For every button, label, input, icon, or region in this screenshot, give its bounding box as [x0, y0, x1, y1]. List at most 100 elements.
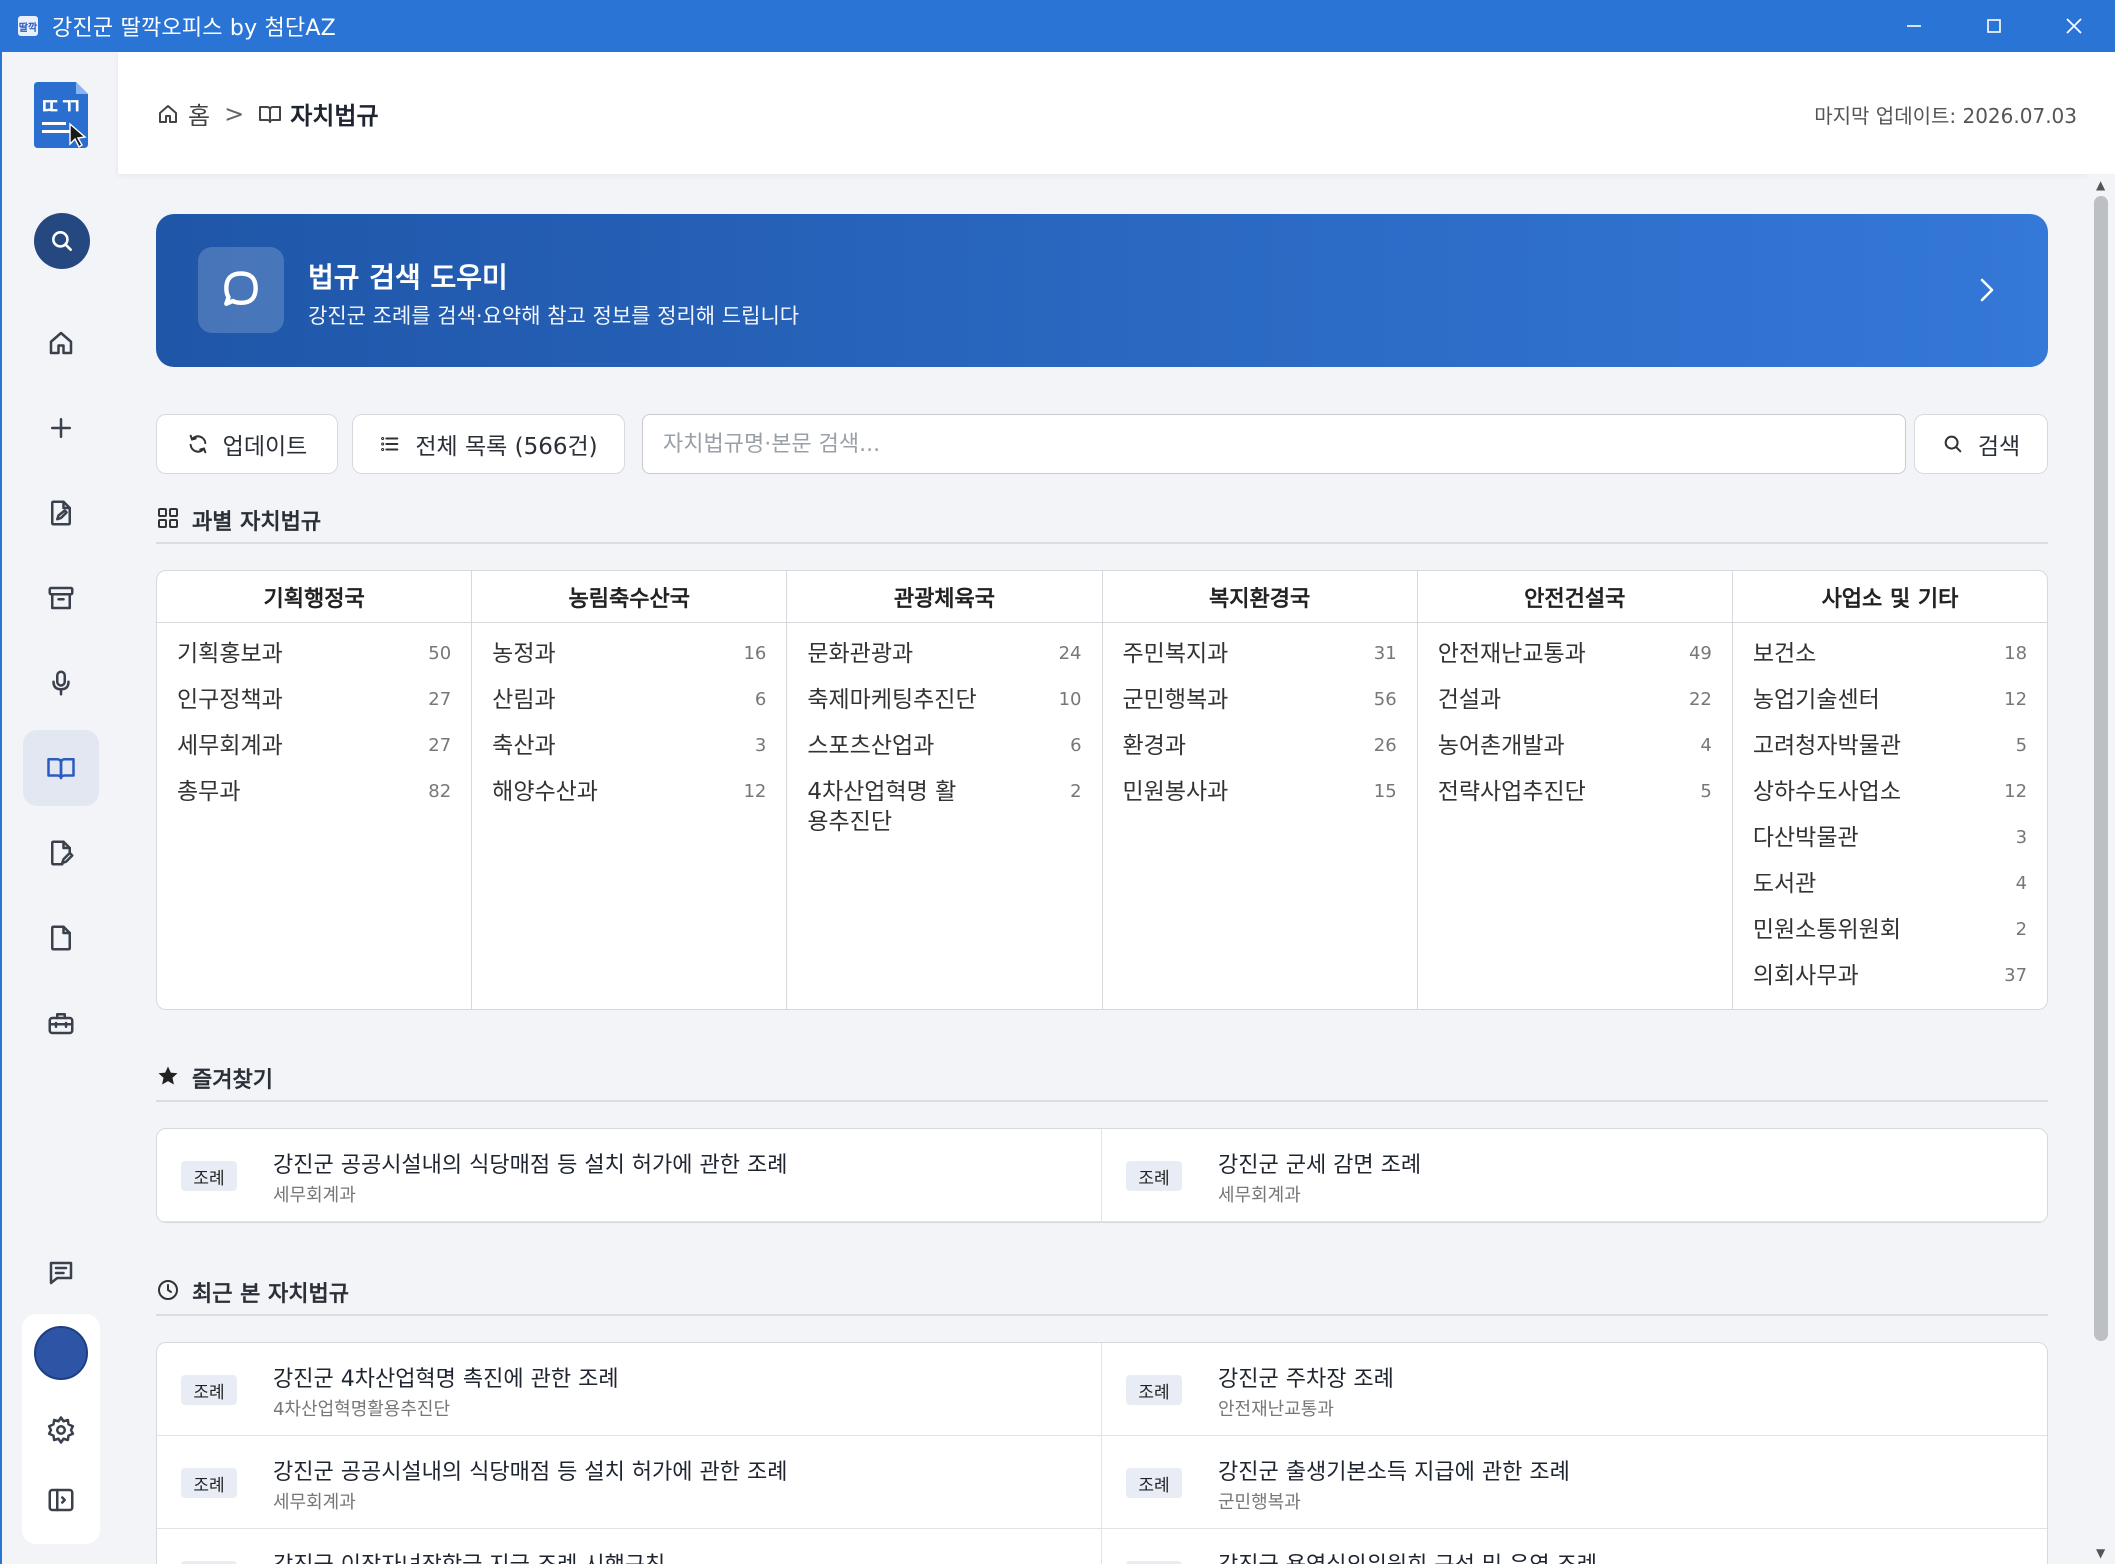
division-item[interactable]: 농정과 16: [492, 639, 766, 671]
bylaw-card[interactable]: 조례 강진군 주차장 조례 안전재난교통과: [1102, 1343, 2047, 1436]
bylaw-type-tag: 조례: [1126, 1161, 1182, 1191]
division-count: 56: [1373, 689, 1397, 710]
rail-document-sign-button[interactable]: [23, 475, 99, 551]
app-icon: 딸깍: [18, 16, 38, 36]
division-item[interactable]: 환경과 26: [1123, 731, 1397, 763]
division-item[interactable]: 의회사무과 37: [1753, 961, 2027, 993]
rail-archive-button[interactable]: [23, 560, 99, 636]
rail-mic-button[interactable]: [23, 645, 99, 721]
division-item[interactable]: 고려청자박물관 5: [1753, 731, 2027, 763]
division-item[interactable]: 도서관 4: [1753, 869, 2027, 901]
search-button-label: 검색: [1977, 434, 2021, 460]
division-item[interactable]: 축산과 3: [492, 731, 766, 763]
minimize-button[interactable]: [1874, 0, 1954, 52]
scroll-up-arrow-icon[interactable]: ▲: [2096, 178, 2105, 192]
app-logo[interactable]: ㄸㄲ: [32, 80, 90, 150]
toolbar: 업데이트 전체 목록 (566건) 검색: [156, 414, 2048, 474]
division-name: 농업기술센터: [1752, 687, 1880, 713]
avatar[interactable]: [34, 1326, 88, 1380]
bylaw-card[interactable]: 조례 강진군 공공시설내의 식당매점 등 설치 허가에 관한 조례 세무회계과: [157, 1436, 1102, 1529]
rail-settings-button[interactable]: [23, 1398, 99, 1462]
division-count: 27: [428, 689, 452, 710]
file-icon: [51, 925, 71, 951]
bylaw-card[interactable]: 조례강진군 이장자녀장학금 지급 조례 시행규칙: [157, 1529, 1102, 1564]
division-item[interactable]: 주민복지과 31: [1123, 639, 1397, 671]
plus-icon: [51, 418, 71, 438]
division-item[interactable]: 축제마케팅추진단 10: [807, 685, 1081, 717]
division-name: 의회사무과: [1752, 963, 1859, 989]
logo-text: ㄸㄲ: [40, 95, 80, 120]
division-item[interactable]: 군민행복과 56: [1123, 685, 1397, 717]
bylaw-card[interactable]: 조례강진군 용역심의위원회 구성 및 운영 조례: [1102, 1529, 2047, 1564]
main-scrollbar[interactable]: ▲ ▼: [2087, 174, 2115, 1564]
rail-user-panel: [22, 1314, 100, 1544]
division-name: 보건소: [1752, 641, 1817, 667]
division-item[interactable]: 기획홍보과 50: [177, 639, 451, 671]
division-item[interactable]: 민원소통위원회 2: [1753, 915, 2027, 947]
section-departments: 과별 자치법규: [156, 504, 2048, 544]
bylaw-title: 강진군 공공시설내의 식당매점 등 설치 허가에 관한 조례: [273, 1460, 788, 1485]
close-button[interactable]: [2034, 0, 2114, 52]
minimize-icon: [1907, 25, 1921, 27]
banner-title: 법규 검색 도우미: [308, 261, 508, 294]
division-item[interactable]: 스포츠산업과 6: [807, 731, 1081, 763]
scrollbar-thumb[interactable]: [2094, 196, 2108, 1341]
document-pen-icon: [51, 500, 71, 526]
division-count: 49: [1688, 643, 1712, 664]
division-item[interactable]: 세무회계과 27: [177, 731, 451, 763]
department-header: 안전건설국: [1417, 571, 1732, 623]
maximize-button[interactable]: [1954, 0, 2034, 52]
division-item[interactable]: 총무과 82: [177, 777, 451, 809]
rail-toolbox-button[interactable]: [23, 985, 99, 1061]
division-item[interactable]: 민원봉사과 15: [1123, 777, 1397, 809]
division-name: 고려청자박물관: [1752, 733, 1901, 759]
division-item[interactable]: 전략사업추진단 5: [1438, 777, 1712, 809]
division-count: 10: [1058, 689, 1082, 710]
rail-search-button[interactable]: [34, 213, 90, 269]
division-item[interactable]: 건설과 22: [1438, 685, 1712, 717]
rail-messages-button[interactable]: [23, 1235, 99, 1311]
division-item[interactable]: 인구정책과 27: [177, 685, 451, 717]
bylaw-department: 4차산업혁명활용추진단: [273, 1399, 451, 1420]
division-item[interactable]: 산림과 6: [492, 685, 766, 717]
division-count: 50: [428, 643, 452, 664]
update-button[interactable]: 업데이트: [156, 414, 338, 474]
bylaw-card[interactable]: 조례 강진군 4차산업혁명 촉진에 관한 조례 4차산업혁명활용추진단: [157, 1343, 1102, 1436]
maximize-icon: [1987, 19, 2001, 33]
full-list-button[interactable]: 전체 목록 (566건): [352, 414, 625, 474]
bylaw-card[interactable]: 조례 강진군 출생기본소득 지급에 관한 조례 군민행복과: [1102, 1436, 2047, 1529]
bylaw-department: 안전재난교통과: [1218, 1399, 1334, 1420]
rail-collapse-button[interactable]: [23, 1468, 99, 1532]
last-update-text: 마지막 업데이트: 2026.07.03: [1814, 104, 2077, 128]
bylaw-card[interactable]: 조례 강진군 공공시설내의 식당매점 등 설치 허가에 관한 조례 세무회계과: [157, 1129, 1102, 1222]
full-list-label: 전체 목록 (566건): [415, 434, 598, 460]
division-item[interactable]: 4차산업혁명 활용추진단 2: [807, 777, 1081, 837]
rail-home-button[interactable]: [23, 305, 99, 381]
favorites-list: 조례 강진군 공공시설내의 식당매점 등 설치 허가에 관한 조례 세무회계과 조례 강…: [156, 1128, 2048, 1223]
rail-file-button[interactable]: [23, 900, 99, 976]
division-item[interactable]: 상하수도사업소 12: [1753, 777, 2027, 809]
division-item[interactable]: 농업기술센터 12: [1753, 685, 2027, 717]
rail-edit-document-button[interactable]: [23, 815, 99, 891]
division-item[interactable]: 농어촌개발과 4: [1438, 731, 1712, 763]
home-icon: [49, 331, 73, 355]
division-name: 건설과: [1437, 687, 1502, 713]
department-header: 관광체육국: [787, 571, 1102, 623]
bylaw-card[interactable]: 조례 강진군 군세 감면 조례 세무회계과: [1102, 1129, 2047, 1222]
rail-new-button[interactable]: [23, 390, 99, 466]
bylaw-search-input[interactable]: [642, 414, 1906, 474]
sidebar-toggle-icon: [48, 1488, 74, 1512]
division-name: 다산박물관: [1752, 825, 1859, 851]
division-item[interactable]: 다산박물관 3: [1753, 823, 2027, 855]
division-item[interactable]: 해양수산과 12: [492, 777, 766, 809]
division-item[interactable]: 보건소 18: [1753, 639, 2027, 671]
division-item[interactable]: 문화관광과 24: [807, 639, 1081, 671]
search-button[interactable]: 검색: [1914, 414, 2048, 474]
message-icon: [49, 1261, 73, 1285]
scroll-down-arrow-icon[interactable]: ▼: [2096, 1546, 2105, 1560]
law-search-assistant-banner[interactable]: 법규 검색 도우미 강진군 조례를 검색·요약해 참고 정보를 정리해 드립니다: [156, 214, 2048, 367]
rail-bylaws-button[interactable]: [23, 730, 99, 806]
division-item[interactable]: 안전재난교통과 49: [1438, 639, 1712, 671]
search-icon: [1944, 435, 1962, 453]
breadcrumb-home[interactable]: 홈: [188, 96, 210, 131]
